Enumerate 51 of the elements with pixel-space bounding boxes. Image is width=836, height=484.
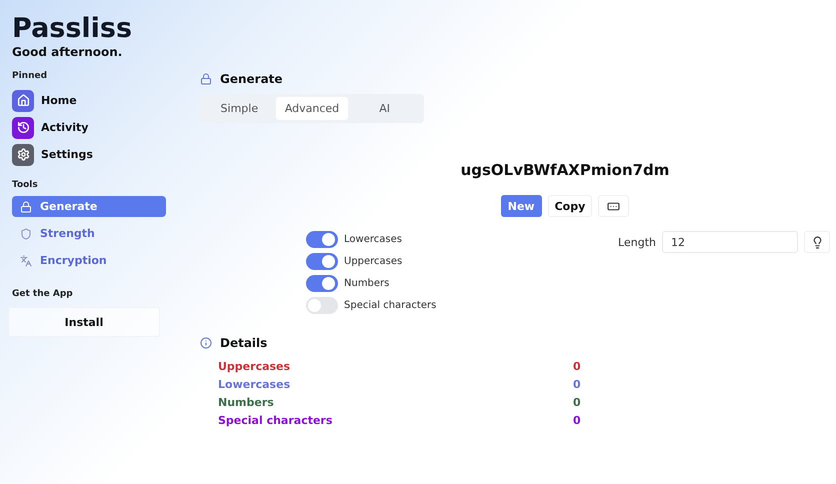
detail-value: 0	[573, 396, 582, 410]
option-label: Uppercases	[344, 256, 402, 267]
home-icon[interactable]	[12, 90, 34, 112]
app-title: Passliss	[12, 14, 134, 44]
tab[interactable]: Advanced	[276, 97, 348, 120]
tab[interactable]: AI	[348, 97, 422, 120]
option-label: Special characters	[344, 300, 436, 311]
sidebar-item-label: Strength	[40, 227, 95, 240]
sidebar-item[interactable]: Activity	[41, 121, 88, 134]
section-heading: Pinned	[12, 71, 48, 81]
detail-label: Lowercases	[218, 378, 292, 392]
detail-value: 0	[573, 360, 582, 374]
copy-button[interactable]: Copy	[548, 195, 592, 217]
section-title: Details	[220, 336, 268, 350]
section-title: Generate	[220, 72, 283, 86]
sidebar-item[interactable]: Strength	[12, 223, 166, 244]
detail-value: 0	[573, 414, 582, 428]
option-label: Numbers	[344, 278, 390, 289]
sidebar-item[interactable]: Settings	[41, 148, 93, 161]
translate-icon	[20, 254, 32, 266]
lock-icon	[20, 200, 32, 212]
info-icon	[200, 337, 212, 349]
length-label: Length	[618, 236, 656, 249]
shield-icon	[20, 228, 32, 240]
lock-icon	[200, 73, 212, 85]
section-heading: Tools	[12, 180, 39, 190]
gear-icon[interactable]	[12, 144, 34, 166]
section-heading: Get the App	[12, 289, 74, 299]
toggle-switch[interactable]	[306, 231, 338, 248]
detail-label: Special characters	[218, 414, 334, 428]
password-field-icon[interactable]	[598, 195, 630, 217]
toggle-switch[interactable]	[306, 297, 338, 314]
sidebar-item[interactable]: Encryption	[12, 250, 166, 271]
install-button[interactable]: Install	[8, 307, 160, 337]
tab[interactable]: Simple	[203, 97, 276, 120]
greeting: Good afternoon.	[12, 45, 124, 59]
detail-label: Numbers	[218, 396, 275, 410]
sidebar-item-label: Generate	[40, 200, 98, 213]
length-field[interactable]: 12	[662, 231, 798, 253]
toggle-switch[interactable]	[306, 275, 338, 292]
sidebar-item[interactable]: Generate	[12, 196, 166, 217]
sidebar-item-label: Encryption	[40, 254, 107, 267]
sidebar-item[interactable]: Home	[41, 94, 77, 107]
detail-value: 0	[573, 378, 582, 392]
option-label: Lowercases	[344, 234, 402, 245]
history-icon[interactable]	[12, 116, 34, 138]
generated-password: ugsOLvBWfAXPmion7dm	[460, 161, 670, 179]
lightbulb-icon[interactable]	[804, 231, 830, 253]
toggle-switch[interactable]	[306, 253, 338, 270]
detail-label: Uppercases	[218, 360, 292, 374]
new-button[interactable]: New	[500, 195, 542, 217]
